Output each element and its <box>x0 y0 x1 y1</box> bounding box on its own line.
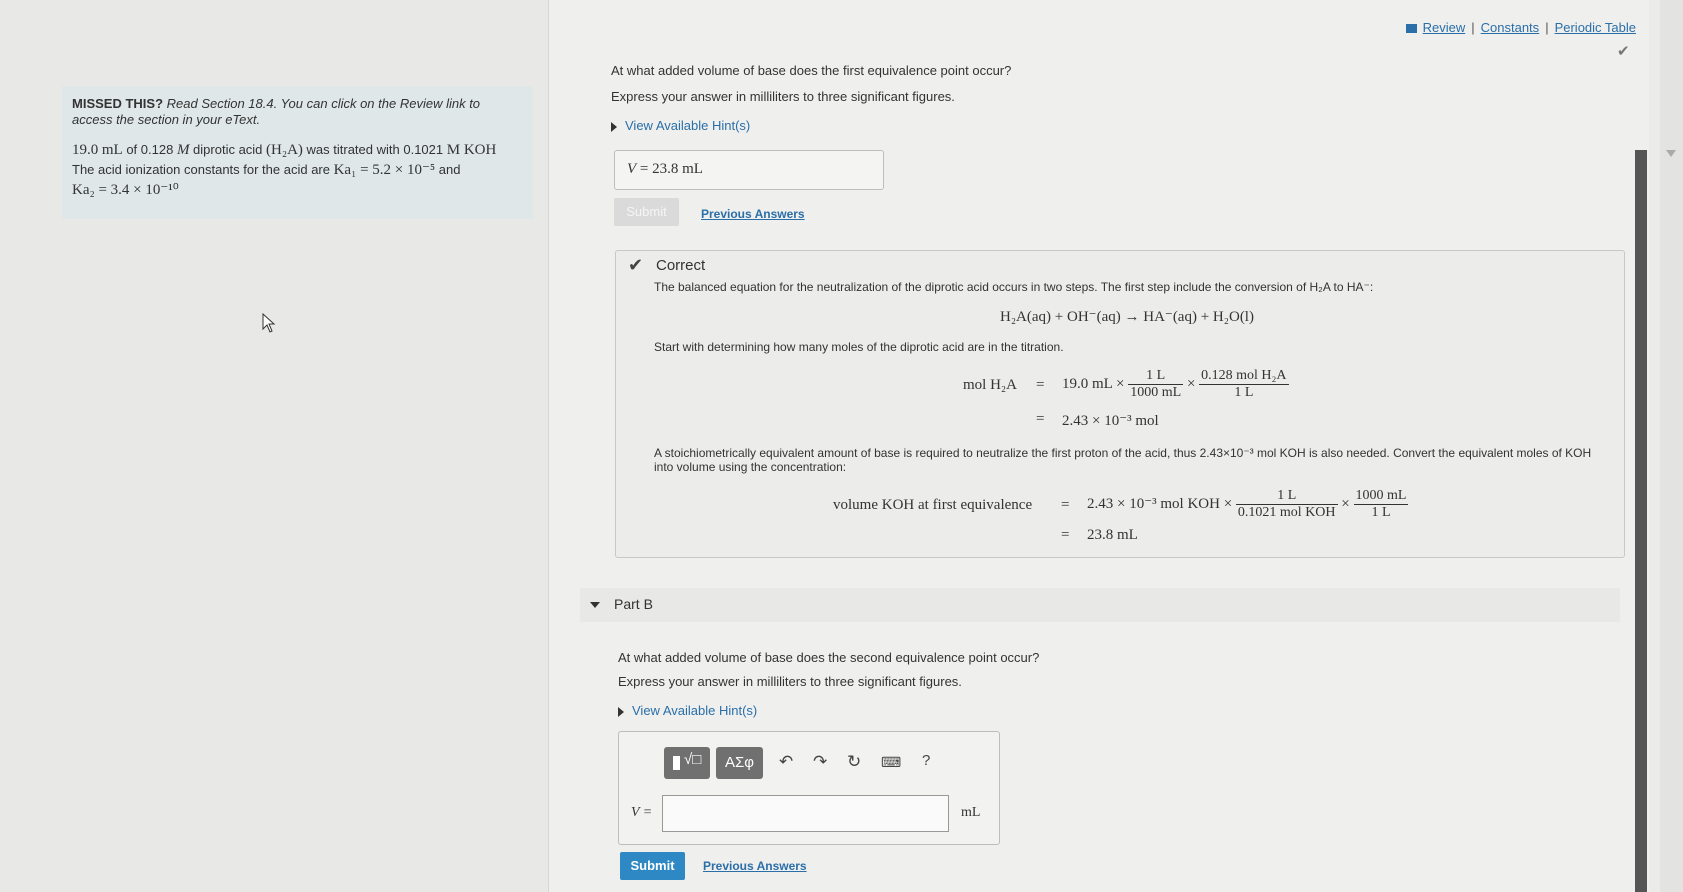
prob-text-3: was titrated with 0.1021 <box>302 142 447 157</box>
volume-result: 23.8 mL <box>1087 527 1138 543</box>
correct-check-icon: ✔ <box>628 255 644 275</box>
frac2-num: 0.128 mol H₂A <box>1199 368 1289 385</box>
prob-text-5: and <box>435 162 461 177</box>
molar-unit: M <box>176 142 190 158</box>
volume-eq-sign-2: = <box>1061 527 1070 543</box>
mol-calc: 19.0 mL × 1 L 1000 mL × 0.128 mol H₂A 1 L <box>1062 368 1289 401</box>
mouse-cursor-icon <box>262 313 276 333</box>
answer-value: 23.8 <box>652 161 679 177</box>
caret-right-icon <box>618 706 624 717</box>
parta-hint-toggle[interactable]: View Available Hint(s) <box>611 118 750 133</box>
missed-this-box: MISSED THIS? Read Section 18.4. You can … <box>62 86 533 219</box>
volume-term: 2.43 × 10⁻³ mol KOH × <box>1087 495 1233 512</box>
answer-unit: mL <box>682 161 703 177</box>
volume-calc: 2.43 × 10⁻³ mol KOH × 1 L 0.1021 mol KOH … <box>1087 488 1409 521</box>
template-block-icon <box>673 756 680 770</box>
fraction-4: 1000 mL 1 L <box>1353 488 1409 521</box>
mol-eq-sign: = <box>1036 377 1045 393</box>
problem-pane: MISSED THIS? Read Section 18.4. You can … <box>0 0 548 892</box>
feedback-text-3: A stoichiometrically equivalent amount o… <box>654 446 1592 474</box>
prob-text-1: of 0.128 <box>122 142 177 157</box>
partb-question: At what added volume of base does the se… <box>618 650 1040 665</box>
feedback-text-1: The balanced equation for the neutraliza… <box>654 280 1374 294</box>
review-link[interactable]: Review <box>1423 20 1466 35</box>
partb-hint-toggle[interactable]: View Available Hint(s) <box>618 703 757 718</box>
correct-title: Correct <box>656 257 706 274</box>
constants-link[interactable]: Constants <box>1481 20 1540 35</box>
vol-value: 19.0 <box>72 142 99 158</box>
caret-right-icon <box>611 121 617 132</box>
partb-submit-button[interactable]: Submit <box>620 852 685 880</box>
volume-label: volume KOH at first equivalence <box>833 497 1033 513</box>
times-sign-2: × <box>1341 495 1350 512</box>
frac4-num: 1000 mL <box>1353 488 1409 505</box>
frac3-num: 1 L <box>1235 488 1338 505</box>
radical-icon: √□ <box>684 751 702 768</box>
reset-icon[interactable]: ↻ <box>847 752 861 772</box>
partb-header[interactable] <box>580 588 1620 622</box>
answer-var: V <box>627 161 637 177</box>
times-sign: × <box>1186 375 1196 392</box>
templates-button[interactable]: √□ <box>664 747 710 779</box>
acid-formula: (H₂A) <box>266 142 303 158</box>
review-icon <box>1405 24 1417 34</box>
keyboard-icon[interactable]: ⌨ <box>881 754 901 771</box>
koh-formula: M KOH <box>446 142 497 158</box>
missed-this-text: MISSED THIS? Read Section 18.4. You can … <box>72 96 523 128</box>
mol-result: 2.43 × 10⁻³ mol <box>1062 413 1159 429</box>
parta-previous-answers-link[interactable]: Previous Answers <box>701 207 805 221</box>
undo-icon[interactable]: ↶ <box>779 752 793 772</box>
greek-symbols-button[interactable]: AΣφ <box>716 747 763 779</box>
frac1-den: 1000 mL <box>1130 385 1182 400</box>
answer-editor: √□ AΣφ ↶ ↷ ↻ ⌨ ? V = mL <box>618 731 1000 845</box>
frac1-num: 1 L <box>1128 368 1184 385</box>
problem-statement: 19.0 mL of 0.128 M diprotic acid (H₂A) w… <box>72 140 523 200</box>
partb-answer-input[interactable] <box>662 795 949 832</box>
top-links: Review | Constants | Periodic Table <box>1405 20 1636 35</box>
prob-text-2: diprotic acid <box>189 142 267 157</box>
feedback-text-2: Start with determining how many moles of… <box>654 340 1064 354</box>
vol-unit: mL <box>101 142 123 158</box>
mol-term: 19.0 mL × <box>1062 375 1125 392</box>
scroll-arrow-icon[interactable] <box>1666 150 1676 157</box>
partb-title: Part B <box>614 596 653 612</box>
fraction-2: 0.128 mol H₂A 1 L <box>1199 368 1289 401</box>
redo-icon[interactable]: ↷ <box>813 752 827 772</box>
frac4-den: 1 L <box>1371 505 1391 520</box>
frac3-den: 0.1021 mol KOH <box>1237 505 1336 520</box>
parta-answer: V = 23.8 mL <box>614 150 884 190</box>
volume-eq-sign: = <box>1061 497 1070 513</box>
caret-down-icon <box>590 602 600 609</box>
frac2-den: 1 L <box>1234 385 1254 400</box>
partb-unit-label: mL <box>961 805 981 820</box>
parta-question: At what added volume of base does the fi… <box>611 63 1012 78</box>
partb-express: Express your answer in milliliters to th… <box>618 674 962 689</box>
scrollbar-thumb[interactable] <box>1635 150 1647 892</box>
parta-express: Express your answer in milliliters to th… <box>611 89 955 104</box>
ka1: Ka₁ = 5.2 × 10⁻⁵ <box>333 162 436 178</box>
fraction-1: 1 L 1000 mL <box>1128 368 1184 401</box>
answer-eq: = <box>639 161 649 177</box>
equation-1: H₂A(aq) + OH⁻(aq) → HA⁻(aq) + H₂O(l) <box>1000 309 1254 325</box>
parta-submit-button[interactable]: Submit <box>614 198 679 226</box>
checkmark-icon: ✔ <box>1617 43 1630 60</box>
partb-previous-answers-link[interactable]: Previous Answers <box>703 859 807 873</box>
ka2: Ka₂ = 3.4 × 10⁻¹⁰ <box>72 182 179 198</box>
scrollbar-track[interactable] <box>1660 0 1683 892</box>
missed-lead: MISSED THIS? <box>72 96 164 111</box>
fraction-3: 1 L 0.1021 mol KOH <box>1235 488 1338 521</box>
mol-label: mol H₂A <box>963 377 1017 393</box>
partb-title-row[interactable]: Part B <box>590 596 653 612</box>
partb-var-label: V = <box>631 805 653 820</box>
mol-eq-sign-2: = <box>1036 411 1045 427</box>
periodic-table-link[interactable]: Periodic Table <box>1555 20 1636 35</box>
partb-hint-label: View Available Hint(s) <box>632 703 758 718</box>
help-button[interactable]: ? <box>922 752 930 769</box>
parta-hint-label: View Available Hint(s) <box>625 118 751 133</box>
prob-text-4: The acid ionization constants for the ac… <box>72 162 334 177</box>
